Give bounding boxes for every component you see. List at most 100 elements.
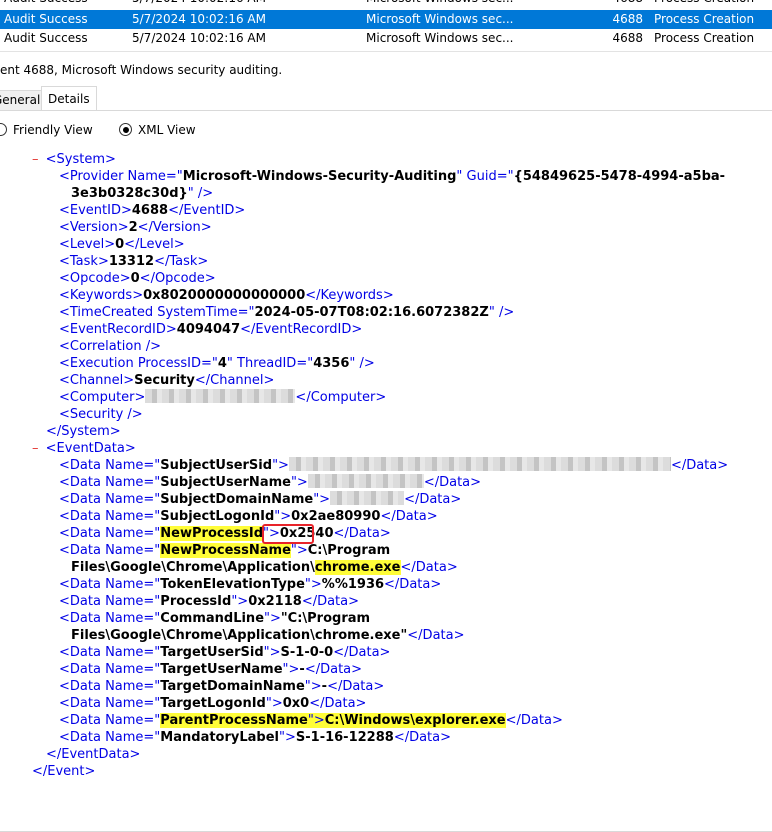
data-line: <Data Name="SubjectUserName"> </Data> xyxy=(59,474,481,491)
data-name-value: MandatoryLabel xyxy=(160,730,280,745)
tag: "> xyxy=(290,543,308,558)
data-name-value: SubjectUserSid xyxy=(160,458,273,473)
event-row[interactable]: Audit Success 5/7/2024 10:02:16 AM Micro… xyxy=(0,29,772,48)
data-line-newprocessid: <Data Name="NewProcessId">0x2540</Data> xyxy=(59,525,391,542)
xml-view-option[interactable]: XML View xyxy=(119,122,196,138)
data-line-cont: Files\Google\Chrome\Application\chrome.e… xyxy=(71,559,458,576)
tag: <Data Name=" xyxy=(59,662,161,677)
data-value: "C:\Program xyxy=(280,611,371,626)
execution-line: <Execution ProcessID="4" ThreadID="4356"… xyxy=(59,355,375,372)
tag: <Data Name=" xyxy=(59,509,161,524)
tag: </Data> xyxy=(333,645,391,660)
tag: "> xyxy=(307,713,325,728)
splitter[interactable] xyxy=(0,51,772,52)
task-line: <Task>13312</Task> xyxy=(59,253,208,270)
data-line-newprocessname: <Data Name="NewProcessName">C:\Program xyxy=(59,542,390,559)
channel-value: Security xyxy=(134,373,195,388)
tab-general[interactable]: General xyxy=(0,90,46,111)
data-line: <Data Name="TargetDomainName">-</Data> xyxy=(59,678,384,695)
event-list[interactable]: Audit Success 5/7/2024 10:02:16 AM Micro… xyxy=(0,0,772,50)
tag: <Data Name=" xyxy=(59,730,161,745)
provider-guid: {54849625-5478-4994-a5ba- xyxy=(513,169,726,184)
collapse-system-icon[interactable]: – xyxy=(32,152,39,167)
xml-view: – <System> <Provider Name="Microsoft-Win… xyxy=(0,150,772,794)
event-close-line: </Event> xyxy=(32,763,95,780)
data-value: 0x2118 xyxy=(248,594,302,609)
collapse-eventdata-icon[interactable]: – xyxy=(32,441,39,456)
data-value: S-1-16-12288 xyxy=(295,730,394,745)
annotation-box xyxy=(262,524,314,544)
provider-line: <Provider Name="Microsoft-Windows-Securi… xyxy=(59,168,725,185)
provider-line-cont: 3e3b0328c30d}" /> xyxy=(71,185,213,202)
redacted-domain xyxy=(330,491,405,505)
tag: </EventRecordID> xyxy=(240,322,363,337)
highlighted-parent-process: C:\Windows\explorer.exe xyxy=(324,713,506,728)
tag: "> xyxy=(313,492,331,507)
tag: <Data Name=" xyxy=(59,611,161,626)
data-name-value: TargetUserName xyxy=(160,662,283,677)
tag: "> xyxy=(274,509,292,524)
tag: <Execution ProcessID=" xyxy=(59,356,218,371)
event-id: 4688 xyxy=(612,31,643,45)
eventdata-close-line: </EventData> xyxy=(46,746,140,763)
data-line-parentprocess: <Data Name="ParentProcessName">C:\Window… xyxy=(59,712,563,729)
tag: "> xyxy=(279,730,296,745)
opcode-value: 0 xyxy=(130,271,140,286)
tag: <Channel> xyxy=(59,373,135,388)
tag: <Data Name=" xyxy=(59,713,161,728)
tag: </Data> xyxy=(384,577,442,592)
radio-unchecked-icon[interactable] xyxy=(0,123,7,136)
event-id: 4688 xyxy=(561,0,643,8)
data-name-value: TargetDomainName xyxy=(160,679,305,694)
tag: <Data Name=" xyxy=(59,645,161,660)
recordid-value: 4094047 xyxy=(176,322,241,337)
tag: "> xyxy=(304,577,322,592)
data-value: S-1-0-0 xyxy=(280,645,334,660)
tag: "> xyxy=(290,475,308,490)
data-line: <Data Name="TargetUserSid">S-1-0-0</Data… xyxy=(59,644,390,661)
tag: "> xyxy=(304,679,322,694)
event-level: Audit Success xyxy=(4,0,124,8)
version-value: 2 xyxy=(128,220,138,235)
channel-line: <Channel>Security</Channel> xyxy=(59,372,274,389)
tag: </Task> xyxy=(154,254,209,269)
event-row[interactable]: Audit Success 5/7/2024 10:02:16 AM Micro… xyxy=(0,0,772,8)
event-row-selected[interactable]: Audit Success 5/7/2024 10:02:16 AM Micro… xyxy=(0,10,772,29)
event-task: Process Creation xyxy=(654,31,755,45)
tag: </Data> xyxy=(333,526,391,541)
data-line: <Data Name="TargetUserName">-</Data> xyxy=(59,661,362,678)
friendly-view-option[interactable]: Friendly View xyxy=(0,122,93,138)
tag: <Task> xyxy=(59,254,109,269)
provider-guid-attr: " Guid=" xyxy=(456,169,514,184)
data-name-value: SubjectUserName xyxy=(160,475,291,490)
event-date: 5/7/2024 10:02:16 AM xyxy=(132,0,357,8)
keywords-value: 0x8020000000000000 xyxy=(143,288,306,303)
data-line: <Data Name="TargetLogonId">0x0</Data> xyxy=(59,695,366,712)
tag: </Data> xyxy=(301,594,360,609)
provider-name: Microsoft-Windows-Security-Auditing xyxy=(182,169,457,184)
tab-details[interactable]: Details xyxy=(41,86,97,112)
tag: <Keywords> xyxy=(59,288,144,303)
data-value: %%1936 xyxy=(321,577,385,592)
data-name-value: TokenElevationType xyxy=(160,577,305,592)
data-line: <Data Name="SubjectUserSid"> </Data> xyxy=(59,457,728,474)
data-line: <Data Name="MandatoryLabel">S-1-16-12288… xyxy=(59,729,451,746)
data-line: <Data Name="CommandLine">"C:\Program xyxy=(59,610,370,627)
tag: <Computer> xyxy=(59,390,146,405)
event-level: Audit Success xyxy=(4,31,88,45)
tag: </Level> xyxy=(124,237,185,252)
eventdata-node: – <EventData> xyxy=(32,440,136,457)
tag: </Computer> xyxy=(295,390,387,405)
data-line: <Data Name="TokenElevationType">%%1936</… xyxy=(59,576,441,593)
system-open-tag: <System> xyxy=(45,152,116,167)
data-name-value: SubjectDomainName xyxy=(160,492,314,507)
radio-checked-icon[interactable] xyxy=(119,123,132,136)
tag: " ThreadID=" xyxy=(226,356,314,371)
tag: </Data> xyxy=(393,730,452,745)
opcode-line: <Opcode>0</Opcode> xyxy=(59,270,216,287)
data-name-value: TargetUserSid xyxy=(160,645,264,660)
tag: </Data> xyxy=(505,713,563,728)
provider-close: " /> xyxy=(187,186,214,201)
tab-bar: General Details xyxy=(0,86,772,112)
task-value: 13312 xyxy=(108,254,155,269)
